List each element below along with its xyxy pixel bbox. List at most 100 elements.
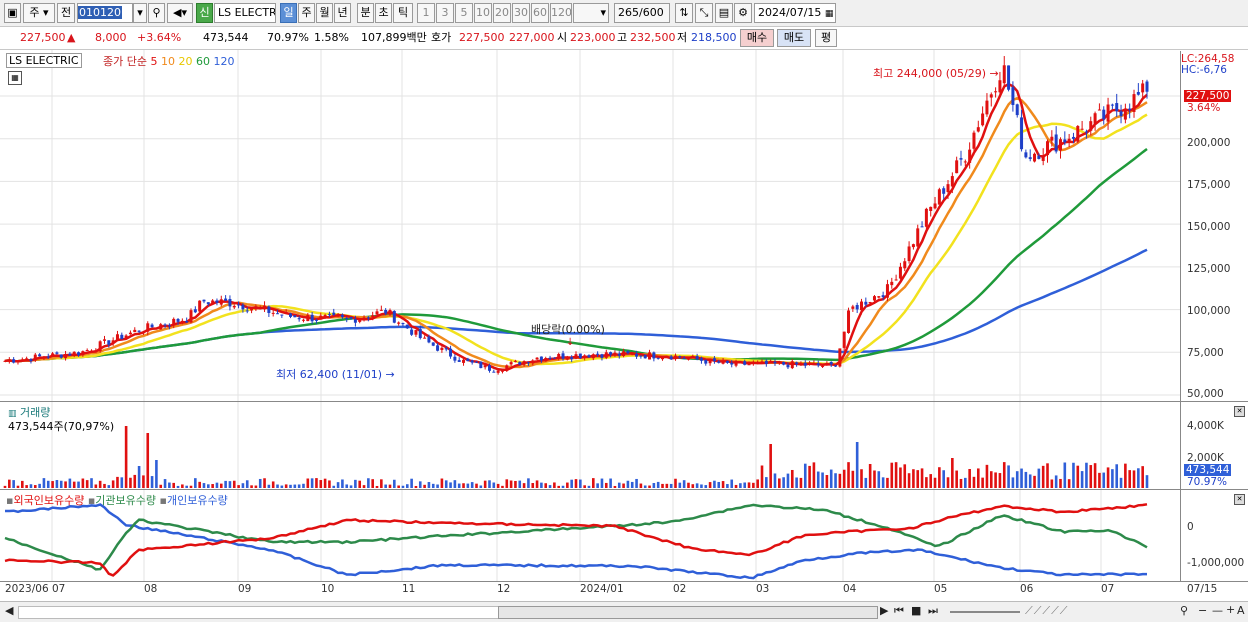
x-tick: 2023/06 <box>5 583 49 595</box>
speaker-icon[interactable]: ◀▾ <box>167 3 193 23</box>
volume-bar <box>981 477 984 488</box>
interval-120[interactable]: 120 <box>550 3 572 23</box>
period-day[interactable]: 일 <box>280 3 297 23</box>
zoom-bar-icon[interactable]: — <box>1212 604 1223 617</box>
volume-bars <box>3 426 1149 488</box>
scroll-right-icon[interactable]: ▶ <box>880 604 888 617</box>
volume-bar <box>375 485 379 488</box>
candle-body <box>431 342 435 346</box>
save-icon[interactable]: ▤ <box>715 3 733 23</box>
count-field[interactable]: 265/600 <box>614 3 670 23</box>
crosshair-icon[interactable]: ⤡ <box>695 3 713 23</box>
volume-bar <box>825 475 829 488</box>
candle-body <box>384 309 388 314</box>
chart-canvas[interactable] <box>0 50 1248 601</box>
zoom-out-icon[interactable]: − <box>1198 604 1207 617</box>
scroll-thumb[interactable] <box>498 606 878 619</box>
buy-button[interactable]: 매수 <box>740 29 774 47</box>
interval-3[interactable]: 3 <box>436 3 454 23</box>
volume-bar <box>518 480 522 488</box>
volume-bar <box>873 470 876 488</box>
interval-1[interactable]: 1 <box>417 3 435 23</box>
interval-60[interactable]: 60 <box>531 3 549 23</box>
volume-bar <box>1046 463 1049 488</box>
candle-body <box>673 355 677 360</box>
period-week[interactable]: 주 <box>298 3 315 23</box>
zoom-in-icon[interactable]: + <box>1226 603 1235 616</box>
prev-button[interactable]: 전 <box>57 3 75 23</box>
candle-body <box>790 361 794 369</box>
volume-bar <box>310 478 314 488</box>
candle-body <box>16 361 20 363</box>
draw-tools-icon[interactable]: ⟋⟋⟋⟋⟋ <box>1025 604 1069 618</box>
last-page-icon[interactable]: ⏭ <box>928 604 938 618</box>
credit-badge[interactable]: 신 <box>196 3 213 23</box>
volume-bar <box>669 483 673 488</box>
bottom-scrollbar[interactable]: ◀ ▶ ⏮ ■ ⏭ ⟋⟋⟋⟋⟋ ⚲ − — + A <box>0 601 1248 622</box>
volume-bar <box>332 485 336 488</box>
holdings-close-icon[interactable]: ✕ <box>1234 494 1245 505</box>
volume-bar <box>336 482 340 488</box>
candle-body <box>397 322 401 324</box>
candle-body <box>90 350 94 352</box>
stock-name-field[interactable]: LS ELECTRI <box>214 3 276 23</box>
price-tick: 150,000 <box>1187 221 1231 233</box>
calendar-icon[interactable]: ▦ <box>825 9 834 19</box>
text-size-icon[interactable]: A <box>1237 604 1245 617</box>
interval-custom-select[interactable]: ▾ <box>573 3 609 23</box>
low-annotation-text: 최저 62,400 (11/01) <box>276 368 383 381</box>
chart-area[interactable] <box>0 50 1248 601</box>
candle-body <box>46 356 50 358</box>
candle-body <box>133 329 137 333</box>
period-tick[interactable]: 틱 <box>393 3 413 23</box>
high-annotation: 최고 244,000 (05/29) → <box>873 65 999 81</box>
period-month[interactable]: 월 <box>316 3 333 23</box>
volume-bar <box>743 482 747 488</box>
table-icon[interactable]: ▦ <box>8 71 22 85</box>
interval-20[interactable]: 20 <box>493 3 511 23</box>
open-price: 223,000 <box>570 31 616 44</box>
layout-icon[interactable]: ▣ <box>4 3 21 23</box>
ma-120: 120 <box>213 55 235 68</box>
volume-bar <box>864 477 868 488</box>
volume-close-icon[interactable]: ✕ <box>1234 406 1245 417</box>
date-field[interactable]: 2024/07/15 ▦ <box>754 3 836 23</box>
search-zoom-icon[interactable]: ⚲ <box>1180 604 1188 617</box>
search-icon[interactable]: ⚲ <box>148 3 165 23</box>
period-minute[interactable]: 분 <box>357 3 374 23</box>
candle-body <box>695 356 699 360</box>
stop-icon[interactable]: ■ <box>911 604 921 617</box>
period-second[interactable]: 초 <box>375 3 392 23</box>
volume-bar <box>881 477 885 488</box>
zoom-icon[interactable]: ⇅ <box>675 3 693 23</box>
first-page-icon[interactable]: ⏮ <box>894 604 904 618</box>
stock-code-input[interactable]: 010120 <box>77 3 133 23</box>
interval-30[interactable]: 30 <box>512 3 530 23</box>
candle-body <box>1128 108 1132 111</box>
candle-body <box>176 319 180 322</box>
avg-button[interactable]: 평 <box>815 29 837 47</box>
volume-bar <box>933 477 937 488</box>
x-tick: 07 <box>52 583 66 595</box>
sell-button[interactable]: 매도 <box>777 29 811 47</box>
last-price-marker: 227,500 <box>1184 90 1232 102</box>
candle-body <box>885 284 889 298</box>
candle-body <box>803 362 807 366</box>
type-select[interactable]: 주 ▾ <box>23 3 55 23</box>
zoom-slider[interactable] <box>950 611 1020 613</box>
candle-body <box>976 127 980 132</box>
candle-body <box>232 305 236 308</box>
interval-5[interactable]: 5 <box>455 3 473 23</box>
scroll-left-icon[interactable]: ◀ <box>5 604 13 617</box>
code-dropdown-icon[interactable]: ▾ <box>133 3 147 23</box>
volume-bar <box>553 482 556 488</box>
candle-body <box>877 296 881 298</box>
period-year[interactable]: 년 <box>334 3 351 23</box>
volume-bar <box>1124 463 1127 488</box>
interval-10[interactable]: 10 <box>474 3 492 23</box>
x-tick: 12 <box>497 583 511 595</box>
low-label: 저 <box>677 31 688 44</box>
volume-bar <box>1015 471 1019 488</box>
candle-body <box>894 279 898 281</box>
gear-icon[interactable]: ⚙ <box>734 3 752 23</box>
